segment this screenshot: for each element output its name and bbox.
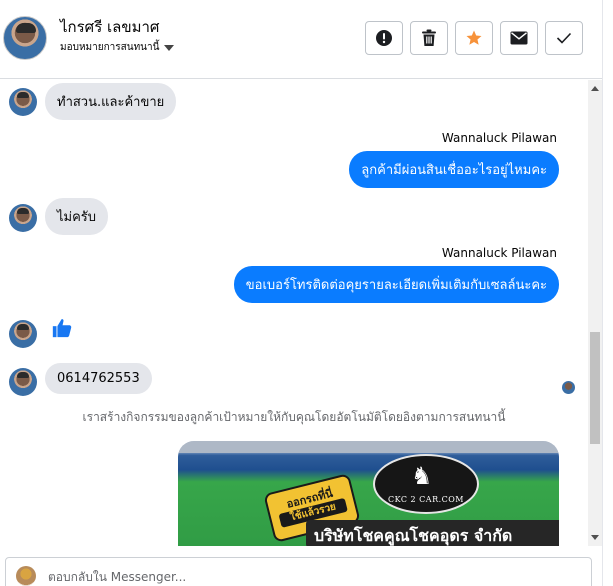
scroll-thumb[interactable] (590, 332, 600, 444)
assign-label: มอบหมายการสนทนานี้ (60, 42, 160, 53)
mark-unread-button[interactable] (500, 21, 538, 55)
incoming-message[interactable]: ทำสวน.และค้าขาย (45, 83, 177, 120)
ad-image-card[interactable]: ♞ CKC 2 CAR.COM ออกรถที่นี่ ใช้แล้วรวย บ… (178, 441, 559, 546)
outgoing-message[interactable]: ลูกค้ามีผ่อนสินเชื่ออะไรอยู่ไหมคะ (349, 151, 559, 188)
incoming-message[interactable]: ไม่ครับ (45, 198, 109, 235)
check-icon (556, 32, 572, 44)
page-avatar (16, 566, 36, 586)
envelope-icon (510, 31, 528, 45)
mark-spam-button[interactable] (365, 21, 403, 55)
conversation-actions (365, 21, 583, 55)
sender-avatar (9, 88, 37, 116)
delete-button[interactable] (410, 21, 448, 55)
pegasus-icon: ♞ (411, 462, 433, 490)
scroll-down-arrow-icon[interactable] (591, 535, 599, 540)
sender-avatar (9, 368, 37, 396)
thread-scrollbar[interactable] (588, 80, 602, 546)
panel-edge (602, 0, 613, 586)
outgoing-message[interactable]: ขอเบอร์โทรติดต่อคุยรายละเอียดเพิ่มเติมกั… (233, 266, 559, 303)
reply-composer (0, 546, 602, 586)
trash-icon (422, 29, 436, 46)
caret-down-icon (164, 44, 175, 51)
contact-name[interactable]: ไกรศรี เลขมาศ (60, 15, 159, 39)
messenger-conversation: ไกรศรี เลขมาศ มอบหมายการสนทนานี้ ทำสวน.แ… (0, 0, 613, 586)
star-icon (466, 30, 482, 45)
seen-indicator-avatar (562, 381, 575, 394)
contact-avatar[interactable] (3, 16, 47, 60)
mark-done-button[interactable] (545, 21, 583, 55)
sender-avatar (9, 320, 37, 348)
conversation-header: ไกรศรี เลขมาศ มอบหมายการสนทนานี้ (0, 0, 602, 79)
exclamation-circle-icon (376, 30, 392, 46)
sender-avatar (9, 204, 37, 232)
message-thread[interactable]: ทำสวน.และค้าขาย Wannaluck Pilawan ลูกค้า… (0, 80, 588, 546)
brand-logo: ♞ CKC 2 CAR.COM (373, 454, 479, 514)
assign-conversation-dropdown[interactable]: มอบหมายการสนทนานี้ (60, 40, 175, 55)
company-banner: บริษัทโชคคูณโชคอุดร จำกัด (306, 520, 559, 546)
sender-name: Wannaluck Pilawan (441, 246, 557, 260)
star-button[interactable] (455, 21, 493, 55)
reply-input[interactable] (48, 570, 548, 584)
scroll-up-arrow-icon[interactable] (591, 86, 599, 91)
system-note: เราสร้างกิจกรรมของลูกค้าเป้าหมายให้กับคุ… (82, 410, 506, 424)
ad-roof (178, 441, 559, 453)
sender-name: Wannaluck Pilawan (441, 131, 557, 145)
thumbs-up-icon[interactable] (51, 317, 73, 339)
logo-text: CKC 2 CAR.COM (387, 495, 464, 504)
reply-box[interactable] (5, 557, 592, 586)
incoming-message[interactable]: 0614762553 (45, 363, 152, 394)
